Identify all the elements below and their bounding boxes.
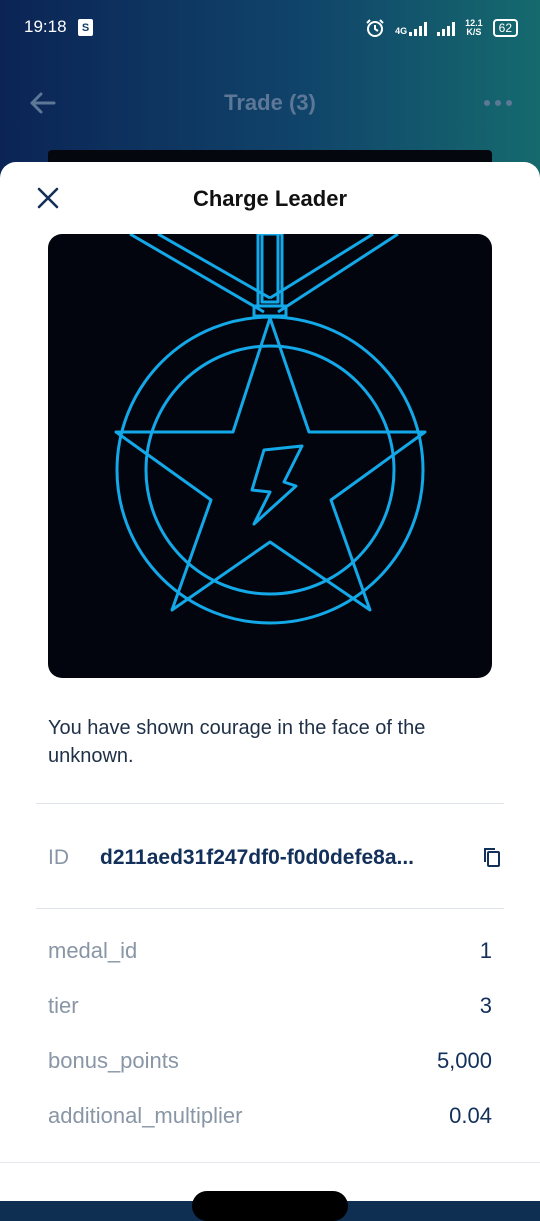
- network-type: 4G: [395, 26, 408, 36]
- property-value: 1: [479, 938, 492, 963]
- app-bar: Trade (3): [0, 70, 540, 136]
- sheet-title: Charge Leader: [192, 186, 348, 211]
- alarm-icon: [366, 19, 384, 37]
- battery-level: 62: [498, 21, 512, 35]
- property-value: 5,000: [436, 1048, 492, 1073]
- network-indicator: 4G: [395, 20, 428, 36]
- property-row: tier 3: [48, 993, 492, 1023]
- id-label: ID: [48, 846, 69, 869]
- net-speed: 12.1 K/S: [465, 19, 483, 37]
- copy-icon[interactable]: [482, 846, 502, 868]
- status-time: 19:18: [24, 17, 67, 36]
- bottom-sheet: Charge Leader You have shown courage in …: [0, 162, 540, 1162]
- property-value: 0.04: [449, 1103, 492, 1128]
- signal-icon-2: [437, 20, 456, 36]
- medal-description: You have shown courage in the face of th…: [48, 717, 426, 767]
- signal-icon: [409, 20, 428, 36]
- property-key: tier: [48, 993, 79, 1018]
- property-row: medal_id 1: [48, 938, 492, 968]
- property-value: 3: [479, 993, 492, 1018]
- bottom-action-bar: [0, 1162, 540, 1221]
- property-key: bonus_points: [48, 1048, 179, 1073]
- page-title: Trade (3): [224, 90, 316, 115]
- bottom-action-button[interactable]: [192, 1191, 348, 1221]
- property-row: additional_multiplier 0.04: [48, 1103, 492, 1133]
- id-row: ID d211aed31f247df0-f0d0defe8a...: [48, 842, 508, 874]
- property-key: medal_id: [48, 938, 138, 963]
- property-row: bonus_points 5,000: [48, 1048, 492, 1078]
- battery-icon: 62: [492, 19, 518, 37]
- shop-notification-icon: S: [78, 19, 93, 36]
- net-speed-unit: K/S: [466, 27, 482, 37]
- divider-middle: [36, 908, 504, 909]
- medal-star-lightning-icon: [114, 234, 427, 625]
- status-bar: 19:18 S 4G 12.1 K/S 62: [0, 0, 540, 56]
- medal-image: [48, 234, 492, 678]
- id-value: d211aed31f247df0-f0d0defe8a...: [100, 846, 414, 869]
- divider-top: [36, 803, 504, 804]
- property-key: additional_multiplier: [48, 1103, 243, 1128]
- more-horizontal-icon[interactable]: [484, 100, 512, 106]
